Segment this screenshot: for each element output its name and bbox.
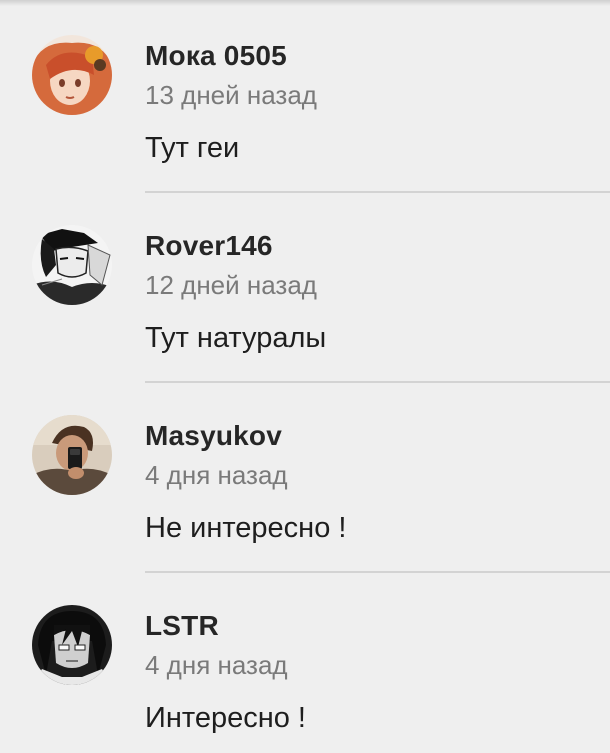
selfie-photo-avatar-icon[interactable] bbox=[32, 415, 112, 495]
manga-character-avatar-icon[interactable] bbox=[32, 225, 112, 305]
comment-author[interactable]: Rover146 bbox=[145, 230, 273, 262]
comment-timestamp: 4 дня назад bbox=[145, 650, 288, 680]
comment-item: Masyukov 4 дня назад Не интересно ! bbox=[0, 380, 610, 570]
comment-item: Rover146 12 дней назад Тут натуралы bbox=[0, 190, 610, 380]
comment-item: LSTR 4 дня назад Интересно ! bbox=[0, 570, 610, 753]
comment-item: Мока 0505 13 дней назад Тут геи bbox=[0, 0, 610, 190]
comment-author[interactable]: Masyukov bbox=[145, 420, 282, 452]
comments-screen: Мока 0505 13 дней назад Тут геи Rover146… bbox=[0, 0, 610, 753]
comment-author[interactable]: Мока 0505 bbox=[145, 40, 287, 72]
comment-author[interactable]: LSTR bbox=[145, 610, 219, 642]
comment-text: Не интересно ! bbox=[145, 512, 347, 544]
comment-text: Тут натуралы bbox=[145, 322, 327, 354]
comment-timestamp: 4 дня назад bbox=[145, 460, 288, 490]
comment-text: Интересно ! bbox=[145, 702, 306, 734]
comment-timestamp: 12 дней назад bbox=[145, 270, 317, 300]
dark-manga-avatar-icon[interactable] bbox=[32, 605, 112, 685]
anime-girl-avatar-icon[interactable] bbox=[32, 35, 112, 115]
comment-text: Тут геи bbox=[145, 132, 240, 164]
comment-timestamp: 13 дней назад bbox=[145, 80, 317, 110]
